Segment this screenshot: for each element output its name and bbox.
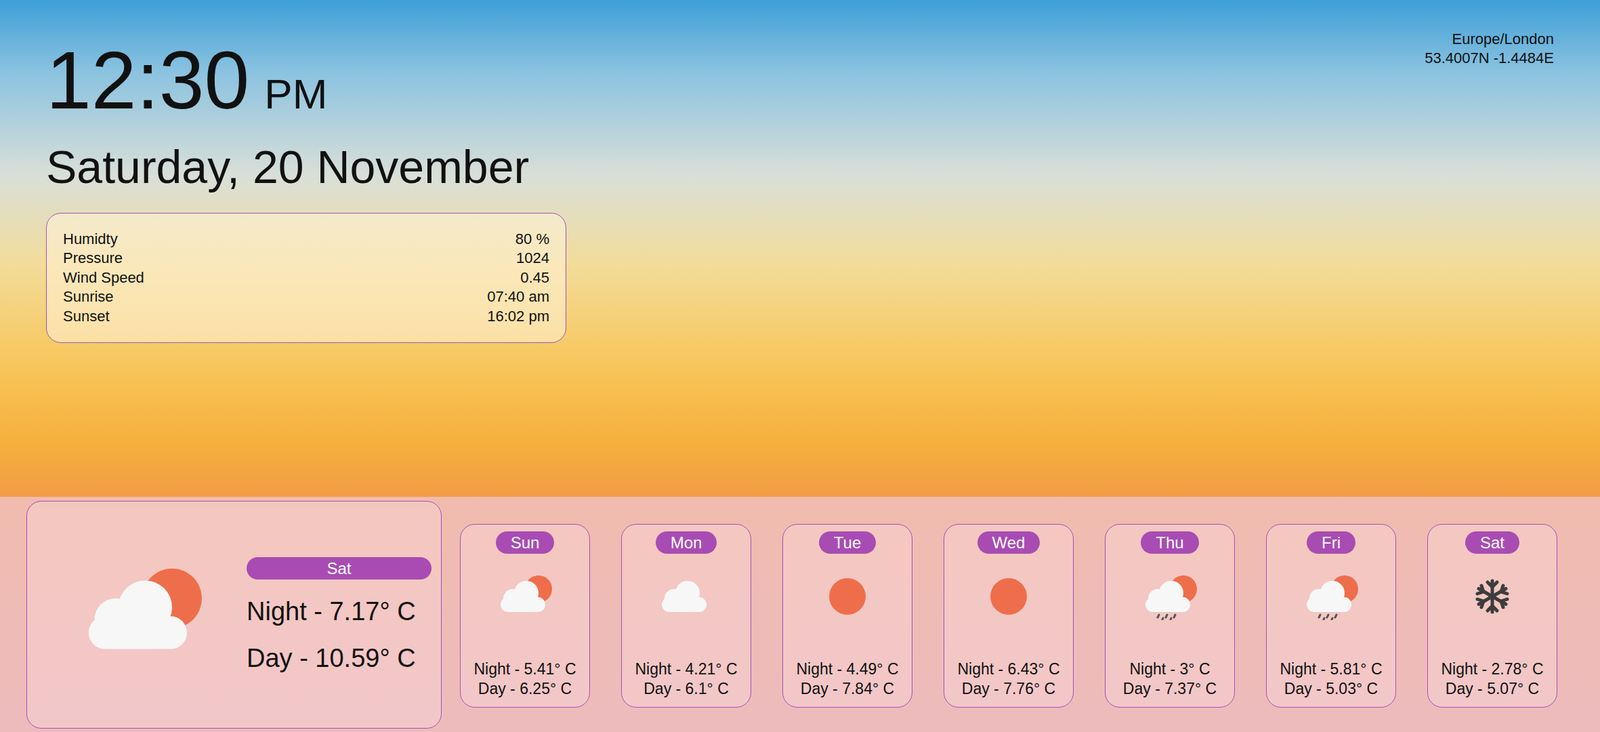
detail-label: Wind Speed [62,268,145,288]
day-temp: Day - 6.25° C [473,678,576,699]
cloud-sun-icon [491,572,559,620]
snowflake-icon [1458,572,1527,620]
sun-icon [813,572,882,620]
detail-value: 80 % [515,229,550,250]
clock-time: 12:30 PM [46,39,567,121]
today-info: Sat Night - 7.17° C Day - 10.59° C [246,556,432,673]
detail-value: 0.45 [520,268,550,288]
night-temp: Night - 3° C [1123,659,1217,679]
timezone-text: Europe/London [1424,29,1554,49]
day-badge: Fri [1306,531,1356,554]
forecast-card: Thu Night - 3° C Day - 7.37° C [1104,523,1235,708]
cloud-icon [652,572,721,620]
cloud-sun-icon [67,562,217,667]
forecast-card: Sun Night - 5.41° C Day - 6.25° C [459,523,591,708]
day-badge: Mon [655,531,718,554]
forecast-card: Fri Night - 5.81° C Day - 5.03° C [1266,523,1397,708]
day-temp: Day - 7.76° C [957,678,1060,699]
night-temp: Night - 4.21° C [634,659,738,679]
day-badge: Wed [977,531,1041,554]
day-badge: Sat [246,556,432,580]
detail-value: 1024 [516,248,550,269]
detail-row: Pressure 1024 [62,248,550,269]
night-temp: Night - 5.41° C [473,659,576,679]
night-temp: Night - 7.17° C [246,596,432,626]
night-temp: Night - 6.43° C [957,659,1060,679]
today-card: Sat Night - 7.17° C Day - 10.59° C [26,500,442,729]
weather-dashboard: 12:30 PM Saturday, 20 November Humidty 8… [0,0,1600,732]
day-badge: Sat [1465,531,1520,554]
rain-cloud-sun-icon [1297,572,1365,620]
coordinates-text: 53.4007N -1.4484E [1424,48,1554,68]
day-temp: Day - 10.59° C [246,643,432,673]
forecast-card: Sat Night - 2.78° C Day - 5.07° C [1427,523,1558,708]
detail-row: Sunrise 07:40 am [62,287,550,307]
detail-value: 07:40 am [487,287,550,307]
forecast-temps: Night - 5.41° C Day - 6.25° C [473,659,576,699]
date-text: Saturday, 20 November [46,139,567,196]
location-panel: Europe/London 53.4007N -1.4484E [1424,29,1554,497]
forecast-card: Tue Night - 4.49° C Day - 7.84° C [782,523,913,708]
sun-icon [974,572,1043,620]
day-temp: Day - 6.1° C [634,678,738,699]
forecast-temps: Night - 4.21° C Day - 6.1° C [634,659,738,699]
detail-label: Humidty [62,229,118,250]
detail-value: 16:02 pm [487,306,550,327]
forecast-strip: Sat Night - 7.17° C Day - 10.59° C Sun N… [0,496,1600,732]
day-temp: Day - 7.84° C [795,678,899,699]
day-badge: Thu [1140,531,1199,554]
forecast-temps: Night - 3° C Day - 7.37° C [1123,659,1217,699]
detail-row: Sunset 16:02 pm [62,306,550,327]
forecast-card: Mon Night - 4.21° C Day - 6.1° C [621,523,752,708]
clock-panel: 12:30 PM Saturday, 20 November Humidty 8… [46,39,567,497]
forecast-temps: Night - 5.81° C Day - 5.03° C [1279,659,1382,699]
detail-row: Wind Speed 0.45 [62,268,550,288]
forecast-temps: Night - 2.78° C Day - 5.07° C [1440,659,1544,699]
night-temp: Night - 4.49° C [795,659,899,679]
detail-label: Sunset [62,306,110,327]
detail-label: Pressure [62,248,123,269]
day-temp: Day - 7.37° C [1123,678,1217,699]
night-temp: Night - 5.81° C [1279,659,1382,679]
forecast-temps: Night - 4.49° C Day - 7.84° C [795,659,899,699]
meridiem-text: PM [264,73,328,116]
day-badge: Sun [495,531,555,554]
night-temp: Night - 2.78° C [1440,659,1544,679]
detail-row: Humidty 80 % [62,229,550,250]
day-temp: Day - 5.07° C [1440,678,1544,699]
day-temp: Day - 5.03° C [1279,678,1382,699]
forecast-card: Wed Night - 6.43° C Day - 7.76° C [943,523,1074,708]
rain-cloud-sun-icon [1135,572,1204,620]
day-badge: Tue [818,531,876,554]
top-section: 12:30 PM Saturday, 20 November Humidty 8… [0,0,1600,497]
details-box: Humidty 80 %Pressure 1024Wind Speed 0.45… [46,212,567,344]
detail-label: Sunrise [62,287,114,307]
forecast-temps: Night - 6.43° C Day - 7.76° C [957,659,1060,699]
time-text: 12:30 [46,39,250,121]
